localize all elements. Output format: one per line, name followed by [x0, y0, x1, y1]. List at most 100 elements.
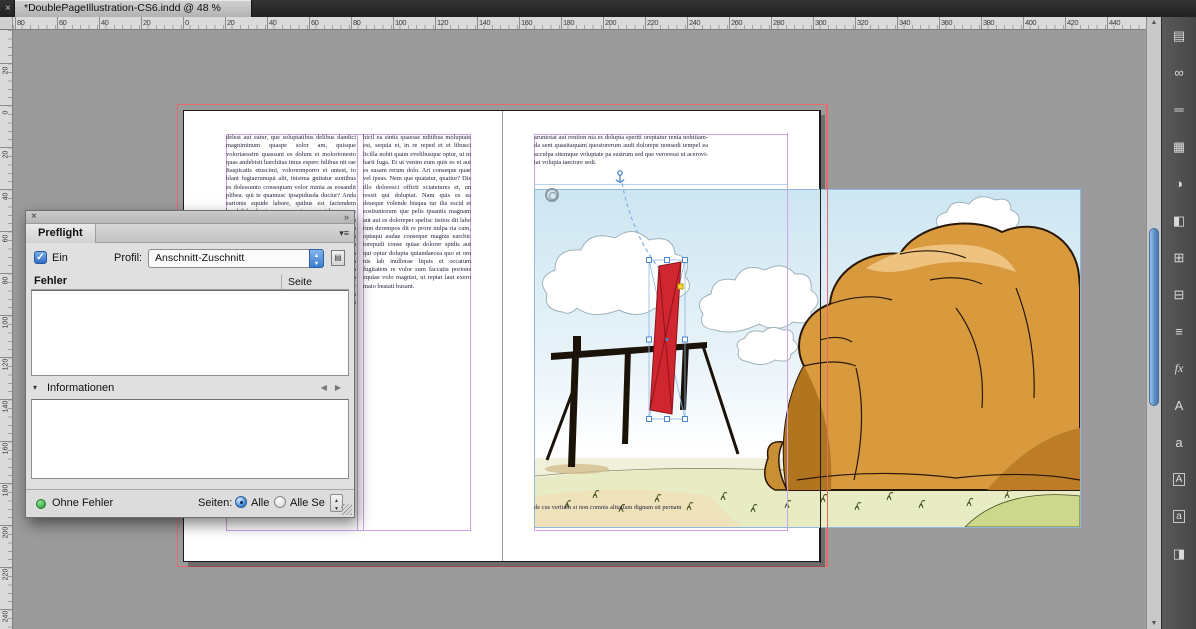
ruler-tick: 220 [0, 567, 12, 580]
error-list[interactable] [31, 290, 349, 376]
character-styles-panel-icon[interactable]: a [1162, 498, 1196, 535]
preflight-on-checkbox[interactable]: ✓ [34, 251, 47, 264]
page-spine [502, 111, 503, 561]
info-section-label: Informationen [47, 382, 115, 394]
paragraph-styles-panel-icon: A [1172, 473, 1186, 486]
links-panel-icon: ∞ [1174, 65, 1184, 80]
ruler-tick: 20 [141, 17, 151, 29]
profile-dropdown-value: Anschnitt-Zuschnitt [155, 252, 245, 264]
panel-status-bar: Ohne Fehler Seiten: Alle Alle Se ▲ ▼ [26, 489, 354, 517]
document-title: *DoublePageIllustration-CS6.indd @ 48 % [24, 2, 221, 14]
left-page-text-column-2[interactable]: hicil ea sintis quaesse nditibus molupta… [363, 134, 471, 532]
ruler-tick: 160 [519, 17, 533, 29]
character-panel-icon: A [1174, 398, 1184, 413]
align-panel-icon[interactable]: ≡ [1162, 313, 1196, 350]
swatches-panel-icon[interactable]: ▦ [1162, 128, 1196, 165]
ruler-tick: 40 [99, 17, 109, 29]
horizontal-ruler[interactable]: 80 60 40 20 0 20 40 60 80 100 120 140 160 180 200 220 24… [13, 17, 1146, 30]
bleed-guide-overlay [827, 104, 828, 567]
profile-label: Profil: [114, 252, 143, 264]
info-box[interactable] [31, 399, 349, 479]
preflight-panel: × » Preflight ▾≡ ✓ Ein Profil: Anschnitt… [25, 210, 355, 518]
column-guide [357, 134, 358, 531]
ruler-tick: 380 [981, 17, 995, 29]
ruler-tick: 220 [645, 17, 659, 29]
ruler-tick: 180 [0, 483, 12, 496]
nav-left-icon[interactable]: ◀ [321, 383, 327, 392]
color-panel-icon[interactable]: ◑ [1162, 165, 1196, 202]
tab-close-icon[interactable]: × [5, 2, 11, 15]
panel-menu-icon[interactable]: ▾≡ [339, 228, 349, 239]
anchor-icon[interactable] [615, 170, 625, 183]
align-panel-icon: ≡ [1175, 324, 1183, 339]
ruler-tick: 360 [939, 17, 953, 29]
ruler-tick: 60 [0, 231, 12, 242]
profile-dropdown[interactable]: Anschnitt-Zuschnitt ▲ ▼ [148, 249, 324, 268]
gradient-panel-icon: ◧ [1172, 212, 1186, 228]
ruler-tick: 100 [0, 315, 12, 328]
links-panel-icon[interactable]: ∞ [1162, 54, 1196, 91]
character-panel-icon[interactable]: A [1162, 387, 1196, 424]
column-divider[interactable] [281, 275, 282, 289]
anchor-guide-line [621, 182, 660, 269]
scroll-up-icon[interactable]: ▲ [1147, 19, 1161, 26]
nav-right-icon[interactable]: ▶ [335, 383, 341, 392]
ruler-tick: 80 [15, 17, 25, 29]
right-page-bottom-text[interactable]: de cus veritam si non comnis alitatiam d… [534, 504, 684, 526]
table-panel-icon[interactable]: ⊞ [1162, 239, 1196, 276]
preflight-on-label: Ein [52, 252, 68, 264]
panel-dock: « ▤∞═▦◑◧⊞⊟≡fxAaAa◨ [1161, 0, 1196, 629]
error-list-header: Fehler Seite [31, 274, 349, 290]
vertical-ruler[interactable]: 20 0 20 40 60 80 100 120 140 160 180 200 220 240 [0, 30, 13, 629]
preflight-options-row: ✓ Ein Profil: Anschnitt-Zuschnitt ▲ ▼ ▤ [26, 246, 354, 272]
ruler-tick: 200 [603, 17, 617, 29]
scroll-down-icon[interactable]: ▼ [1147, 620, 1161, 627]
yellow-corner-handle[interactable] [677, 283, 684, 290]
ruler-tick: 140 [477, 17, 491, 29]
ruler-tick: 20 [0, 147, 12, 158]
dropdown-stepper-icon[interactable]: ▲ ▼ [309, 249, 324, 268]
disclosure-triangle-icon[interactable]: ▾ [33, 383, 37, 392]
center-point [665, 338, 669, 341]
panel-close-icon[interactable]: × [31, 211, 37, 223]
pasteboard[interactable]: delest aut eatur, que soluptatibus delib… [13, 30, 1146, 629]
layers-panel-icon[interactable]: ⊟ [1162, 276, 1196, 313]
ruler-tick: 0 [183, 17, 189, 29]
status-green-dot-icon [36, 499, 46, 509]
panel-title-bar[interactable]: × » [26, 211, 354, 224]
glyphs-panel-icon: a [1175, 435, 1183, 450]
document-tab[interactable]: *DoublePageIllustration-CS6.indd @ 48 % [14, 0, 252, 17]
ruler-tick: 120 [435, 17, 449, 29]
ruler-tick: 20 [225, 17, 235, 29]
stroke-panel-icon[interactable]: ═ [1162, 91, 1196, 128]
effects-panel-icon: fx [1174, 361, 1184, 375]
radio-all-label: Alle [251, 497, 270, 509]
ruler-tick: 300 [813, 17, 827, 29]
ruler-tick: 80 [351, 17, 361, 29]
ruler-tick: 320 [855, 17, 869, 29]
ruler-tick: 280 [771, 17, 785, 29]
info-disclosure-row[interactable]: ▾ Informationen ◀ ▶ [31, 381, 349, 397]
ruler-tick: 400 [1023, 17, 1037, 29]
color-panel-icon: ◑ [1175, 176, 1183, 191]
glyphs-panel-icon[interactable]: a [1162, 424, 1196, 461]
paragraph-styles-panel-icon[interactable]: A [1162, 461, 1196, 498]
panel-collapse-icon[interactable]: » [344, 211, 349, 223]
pages-panel-icon[interactable]: ▤ [1162, 17, 1196, 54]
preflight-tab[interactable]: Preflight [26, 224, 96, 243]
panel-resize-grip[interactable] [341, 504, 352, 515]
radio-page-range[interactable] [274, 496, 286, 508]
dock-icon-list: ▤ ∞ ═ ▦ ◑ ◧ ⊞ ⊟ ≡ fx Aa Aa ◨ [1162, 17, 1196, 572]
radio-all-pages[interactable] [235, 496, 247, 508]
text-wrap-panel-icon[interactable]: ◨ [1162, 535, 1196, 572]
ruler-origin-corner[interactable] [0, 17, 13, 30]
ruler-tick: 20 [0, 63, 12, 74]
effects-panel-icon[interactable]: fx [1162, 350, 1196, 387]
table-panel-icon: ⊞ [1173, 249, 1185, 265]
page-edge-overlay [820, 110, 821, 563]
gradient-panel-icon[interactable]: ◧ [1162, 202, 1196, 239]
vertical-scrollbar[interactable]: ▲ ▼ [1146, 17, 1161, 629]
embed-profile-icon[interactable]: ▤ [331, 250, 345, 266]
character-styles-panel-icon: a [1173, 510, 1185, 523]
scrollbar-thumb[interactable] [1149, 228, 1159, 406]
